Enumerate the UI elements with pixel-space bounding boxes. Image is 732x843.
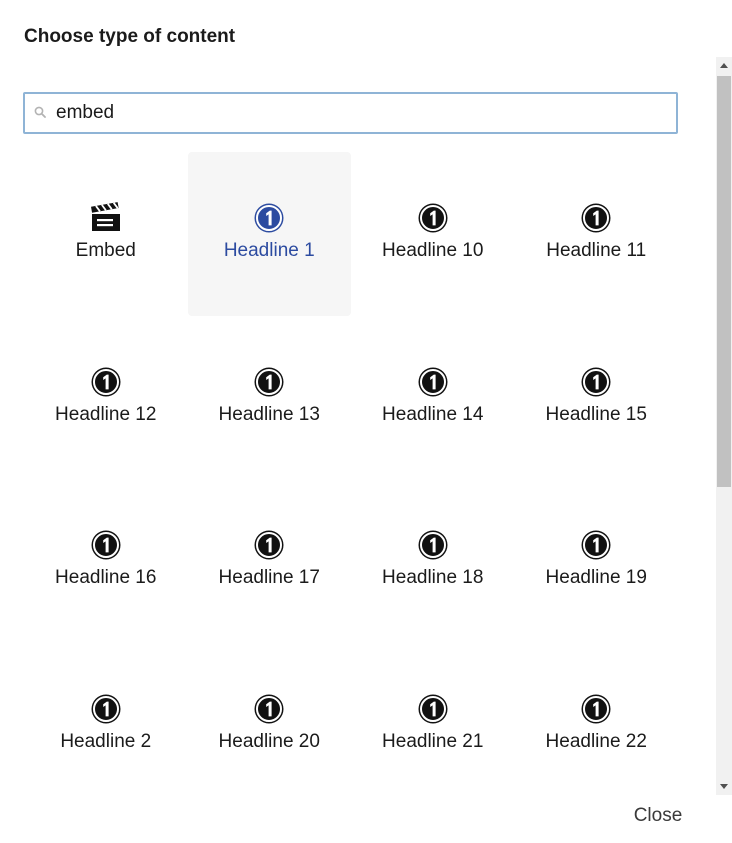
number-one-icon bbox=[418, 367, 448, 396]
content-type-grid: Embed Headline 1 Headline 10 Headline 11… bbox=[24, 152, 678, 795]
tile-label: Headline 13 bbox=[218, 403, 320, 425]
content-type-tile[interactable]: Headline 19 bbox=[515, 479, 679, 643]
number-one-icon bbox=[254, 367, 284, 396]
tile-label: Headline 10 bbox=[382, 240, 484, 261]
content-type-tile[interactable]: Headline 20 bbox=[188, 643, 352, 796]
number-one-icon bbox=[581, 203, 611, 233]
close-button[interactable]: Close bbox=[624, 800, 692, 832]
number-one-icon bbox=[254, 530, 284, 560]
content-type-tile[interactable]: Headline 13 bbox=[188, 316, 352, 480]
tile-label: Headline 16 bbox=[55, 567, 157, 588]
clapperboard-icon bbox=[90, 202, 120, 231]
tile-label: Headline 12 bbox=[55, 403, 157, 425]
content-type-tile[interactable]: Headline 17 bbox=[188, 479, 352, 643]
number-one-icon bbox=[581, 367, 611, 396]
content-type-tile[interactable]: Headline 21 bbox=[351, 643, 515, 796]
content-type-tile[interactable]: Headline 22 bbox=[515, 643, 679, 796]
content-type-tile[interactable]: Headline 18 bbox=[351, 479, 515, 643]
vertical-scrollbar[interactable] bbox=[716, 57, 732, 795]
number-one-icon bbox=[418, 694, 448, 723]
tile-label: Headline 20 bbox=[218, 730, 320, 752]
tile-label: Headline 22 bbox=[545, 730, 647, 752]
content-type-tile[interactable]: Headline 14 bbox=[351, 316, 515, 480]
tile-label: Headline 14 bbox=[382, 403, 484, 425]
tile-label: Headline 11 bbox=[546, 240, 647, 261]
tile-label: Headline 21 bbox=[382, 730, 484, 752]
content-type-tile[interactable]: Headline 12 bbox=[24, 316, 188, 480]
scroll-down-arrow[interactable] bbox=[720, 784, 728, 789]
scrollbar-thumb[interactable] bbox=[717, 76, 731, 487]
number-one-icon bbox=[91, 367, 121, 396]
tile-label: Headline 2 bbox=[60, 730, 152, 752]
content-type-list[interactable]: Embed Headline 1 Headline 10 Headline 11… bbox=[0, 57, 732, 795]
dialog-title: Choose type of content bbox=[24, 26, 236, 47]
content-type-tile[interactable]: Headline 1 bbox=[187, 152, 351, 316]
number-one-icon bbox=[254, 203, 284, 233]
tile-label: Headline 18 bbox=[382, 567, 484, 588]
tile-label: Headline 17 bbox=[218, 567, 320, 588]
content-type-tile[interactable]: Embed bbox=[24, 152, 188, 316]
content-type-tile[interactable]: Headline 10 bbox=[351, 152, 515, 316]
content-type-tile[interactable]: Headline 11 bbox=[515, 152, 679, 316]
number-one-icon bbox=[581, 694, 611, 723]
content-type-tile[interactable]: Headline 2 bbox=[24, 643, 188, 796]
search-box[interactable] bbox=[23, 92, 678, 134]
number-one-icon bbox=[254, 694, 284, 723]
number-one-icon bbox=[91, 530, 121, 560]
content-type-tile[interactable]: Headline 15 bbox=[515, 316, 679, 480]
content-type-tile[interactable]: Headline 16 bbox=[24, 479, 188, 643]
search-icon bbox=[34, 106, 46, 118]
number-one-icon bbox=[418, 530, 448, 560]
scroll-up-arrow[interactable] bbox=[720, 63, 728, 68]
search-input[interactable] bbox=[56, 94, 656, 132]
number-one-icon bbox=[91, 694, 121, 723]
number-one-icon bbox=[418, 203, 448, 233]
tile-label: Headline 19 bbox=[545, 567, 647, 588]
number-one-icon bbox=[581, 530, 611, 560]
tile-label: Embed bbox=[75, 240, 136, 261]
tile-label: Headline 15 bbox=[545, 403, 647, 425]
tile-label: Headline 1 bbox=[223, 240, 315, 261]
